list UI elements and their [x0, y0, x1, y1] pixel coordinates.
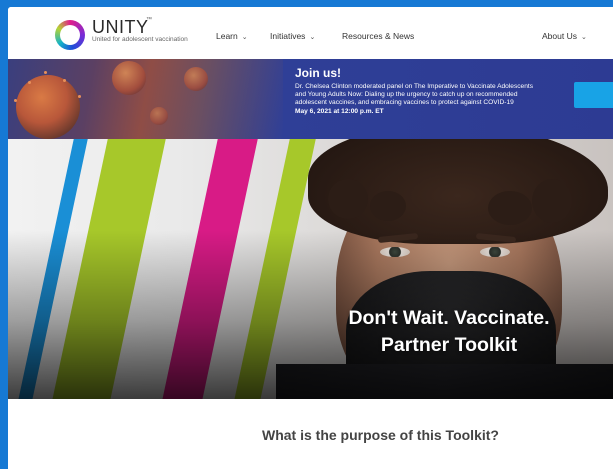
- browser-viewport: UNITY ™ United for adolescent vaccinatio…: [8, 7, 613, 469]
- virus-particle-icon: [150, 107, 168, 125]
- nav-item-initiatives[interactable]: Initiatives ⌄: [270, 31, 315, 41]
- nav-item-label: About Us: [542, 31, 577, 41]
- nav-item-about-us[interactable]: About Us ⌄: [542, 31, 587, 41]
- banner-body: Dr. Chelsea Clinton moderated panel on T…: [295, 83, 534, 107]
- section-heading: What is the purpose of this Toolkit?: [262, 427, 499, 443]
- virus-particle-icon: [16, 75, 80, 139]
- virus-illustration: [8, 59, 283, 139]
- logo-wordmark[interactable]: UNITY: [92, 17, 149, 38]
- site-header: UNITY ™ United for adolescent vaccinatio…: [8, 7, 613, 59]
- nav-item-label: Initiatives: [270, 31, 306, 41]
- hero-title: Don't Wait. Vaccinate. Partner Toolkit: [308, 305, 590, 359]
- nav-item-label: Resources & News: [342, 31, 415, 41]
- hero-title-line1: Don't Wait. Vaccinate.: [348, 307, 550, 329]
- virus-particle-icon: [112, 61, 146, 95]
- chevron-down-icon: ⌄: [580, 34, 587, 41]
- chevron-down-icon: ⌄: [309, 34, 316, 41]
- banner-title: Join us!: [295, 66, 342, 80]
- logo-tagline: United for adolescent vaccination: [92, 36, 188, 43]
- logo-trademark: ™: [146, 17, 152, 23]
- banner-cta-button[interactable]: [574, 82, 613, 108]
- banner-date: May 6, 2021 at 12:00 p.m. ET: [295, 107, 384, 115]
- banner-description: Dr. Chelsea Clinton moderated panel on T…: [295, 83, 543, 116]
- unity-logo-icon[interactable]: [55, 20, 85, 50]
- nav-item-label: Learn: [216, 31, 238, 41]
- hero-overlay: [8, 139, 613, 399]
- event-banner: Join us! Dr. Chelsea Clinton moderated p…: [8, 59, 613, 139]
- hero-section: Don't Wait. Vaccinate. Partner Toolkit: [8, 139, 613, 399]
- nav-item-learn[interactable]: Learn ⌄: [216, 31, 248, 41]
- nav-item-resources-news[interactable]: Resources & News: [342, 31, 414, 41]
- chevron-down-icon: ⌄: [241, 34, 248, 41]
- virus-particle-icon: [184, 67, 208, 91]
- hero-title-line2: Partner Toolkit: [380, 334, 518, 356]
